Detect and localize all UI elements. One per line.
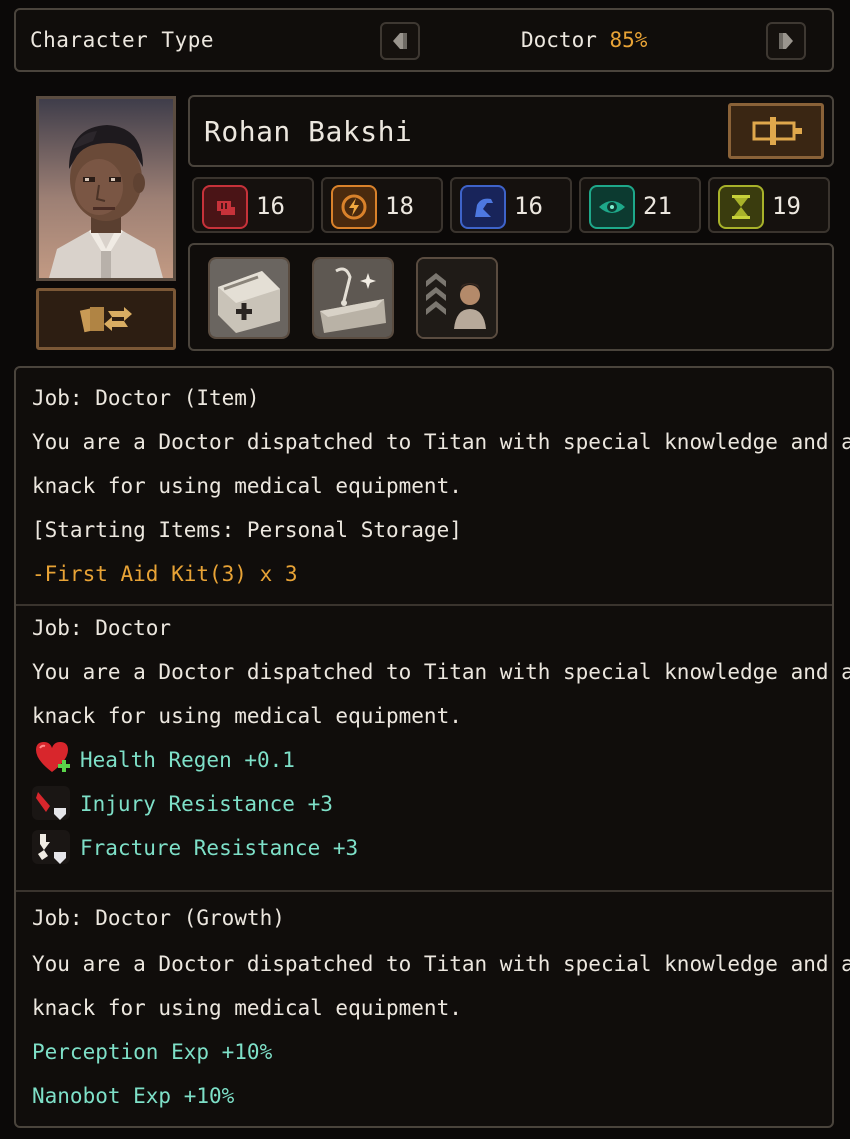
edit-tag-icon: [752, 117, 802, 145]
rank-up-person-icon[interactable]: [416, 257, 498, 339]
bonus-injury-resistance: Injury Resistance +3: [80, 792, 333, 816]
starting-items-label: [Starting Items: Personal Storage]: [32, 518, 462, 542]
section-description: knack for using medical equipment.: [32, 704, 462, 728]
arrow-right-icon: [779, 33, 793, 49]
health-regen-heart-icon: [36, 742, 70, 772]
character-type-value: Doctor 85%: [521, 28, 648, 52]
section-description: knack for using medical equipment.: [32, 474, 462, 498]
swap-cards-icon: [79, 307, 132, 333]
intelligence-head-icon: [460, 185, 506, 229]
starting-item: -First Aid Kit(3) x 3: [32, 562, 298, 586]
stat-value: 19: [772, 192, 801, 220]
stat-value: 16: [256, 192, 285, 220]
change-portrait-button[interactable]: [36, 288, 176, 350]
fracture-resistance-icon: [32, 830, 70, 864]
bonus-health-regen: Health Regen +0.1: [80, 748, 295, 772]
strength-fist-icon: [202, 185, 248, 229]
section-title: Job: Doctor (Growth): [32, 906, 285, 930]
stat-value: 16: [514, 192, 543, 220]
character-name-panel: Rohan Bakshi: [188, 95, 834, 167]
stat-value: 21: [643, 192, 672, 220]
stat-value: 18: [385, 192, 414, 220]
stat-agility: 18: [321, 177, 443, 233]
growth-perception-exp: Perception Exp +10%: [32, 1040, 273, 1064]
stat-endurance: 19: [708, 177, 830, 233]
arrow-left-icon: [393, 33, 407, 49]
stat-strength: 16: [192, 177, 314, 233]
agility-lightning-icon: [331, 185, 377, 229]
next-type-button[interactable]: [766, 22, 806, 60]
section-title: Job: Doctor: [32, 616, 172, 640]
section-description: You are a Doctor dispatched to Titan wit…: [32, 430, 850, 454]
first-aid-kit-icon[interactable]: [208, 257, 290, 339]
section-divider: [16, 604, 832, 606]
endurance-hourglass-icon: [718, 185, 764, 229]
job-description-panel: Job: Doctor (Item) You are a Doctor disp…: [14, 366, 850, 1128]
section-divider: [16, 890, 832, 892]
doctor-portrait-image: [39, 99, 173, 278]
character-type-bar: Character Type Doctor 85%: [14, 8, 834, 72]
injury-resistance-icon: [32, 786, 70, 820]
section-title: Job: Doctor (Item): [32, 386, 260, 410]
stat-perception: 21: [579, 177, 701, 233]
section-description: You are a Doctor dispatched to Titan wit…: [32, 952, 850, 976]
rename-button[interactable]: [728, 103, 824, 159]
section-description: You are a Doctor dispatched to Titan wit…: [32, 660, 850, 684]
character-portrait: [36, 96, 176, 281]
medical-tools-icon[interactable]: [312, 257, 394, 339]
prev-type-button[interactable]: [380, 22, 420, 60]
character-type-label: Character Type: [30, 28, 215, 52]
perception-eye-icon: [589, 185, 635, 229]
bonus-fracture-resistance: Fracture Resistance +3: [80, 836, 359, 860]
character-name: Rohan Bakshi: [204, 115, 413, 148]
traits-panel: [188, 243, 834, 351]
growth-nanobot-exp: Nanobot Exp +10%: [32, 1084, 235, 1108]
stat-intelligence: 16: [450, 177, 572, 233]
section-description: knack for using medical equipment.: [32, 996, 462, 1020]
